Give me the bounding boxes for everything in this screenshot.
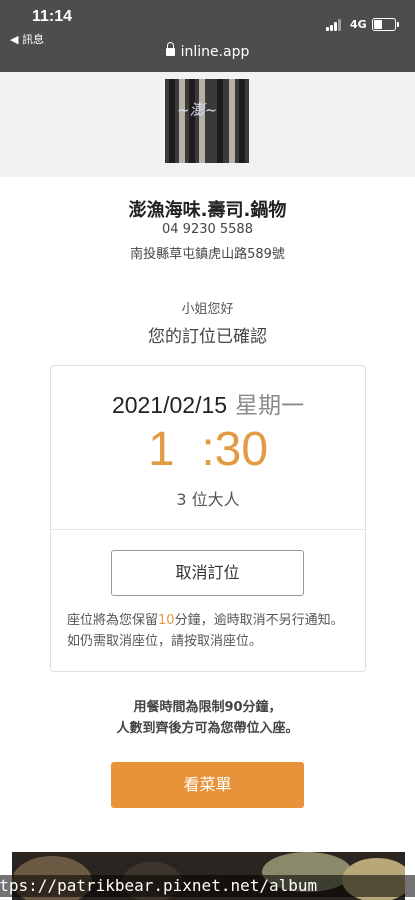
cancel-booking-button[interactable]: 取消訂位 — [111, 550, 304, 596]
restaurant-phone[interactable]: 04 9230 5588 — [0, 222, 415, 237]
booking-card: 2021/02/15 星期一 1 :30 3 位大人 取消訂位 座位將為您保留10… — [50, 365, 366, 672]
status-time: 11:14 — [32, 8, 73, 25]
booking-time: 1 :30 — [147, 423, 269, 476]
confirmation-title: 您的訂位已確認 — [148, 327, 267, 347]
hold-notice: 座位將為您保留10分鐘，逾時取消不另行通知。如仍需取消座位，請按取消座位。 — [67, 613, 344, 649]
booking-date: 2021/02/15 — [111, 392, 228, 418]
watermark: https://patrikbear.pixnet.net/album — [0, 875, 415, 897]
divider — [51, 529, 365, 530]
status-bar: 11:14 ◀ 訊息 4G inline.app — [0, 0, 415, 72]
url-text: inline.app — [180, 44, 250, 60]
signal-icon — [326, 19, 344, 31]
restaurant-name: 澎漁海味.壽司.鍋物 — [128, 200, 287, 221]
booking-date-row: 2021/02/15 星期一 — [51, 386, 365, 420]
url-bar[interactable]: inline.app — [0, 42, 415, 60]
logo-mark: ~澎~ — [177, 101, 218, 119]
booking-guests: 3 位大人 — [176, 490, 240, 509]
view-menu-button[interactable]: 看菜單 — [111, 762, 304, 808]
battery-icon — [372, 18, 399, 31]
lock-icon — [165, 42, 175, 56]
network-type: 4G — [350, 18, 367, 31]
restaurant-logo: ~澎~ — [165, 79, 249, 163]
restaurant-address: 南投縣草屯鎮虎山路589號 — [130, 247, 285, 262]
hold-minutes: 10 — [158, 613, 175, 628]
greeting: 小姐您好 — [181, 302, 234, 317]
booking-weekday: 星期一 — [235, 392, 305, 418]
dining-time-notice: 用餐時間為限制90分鐘， 人數到齊後方可為您帶位入座。 — [116, 700, 299, 736]
